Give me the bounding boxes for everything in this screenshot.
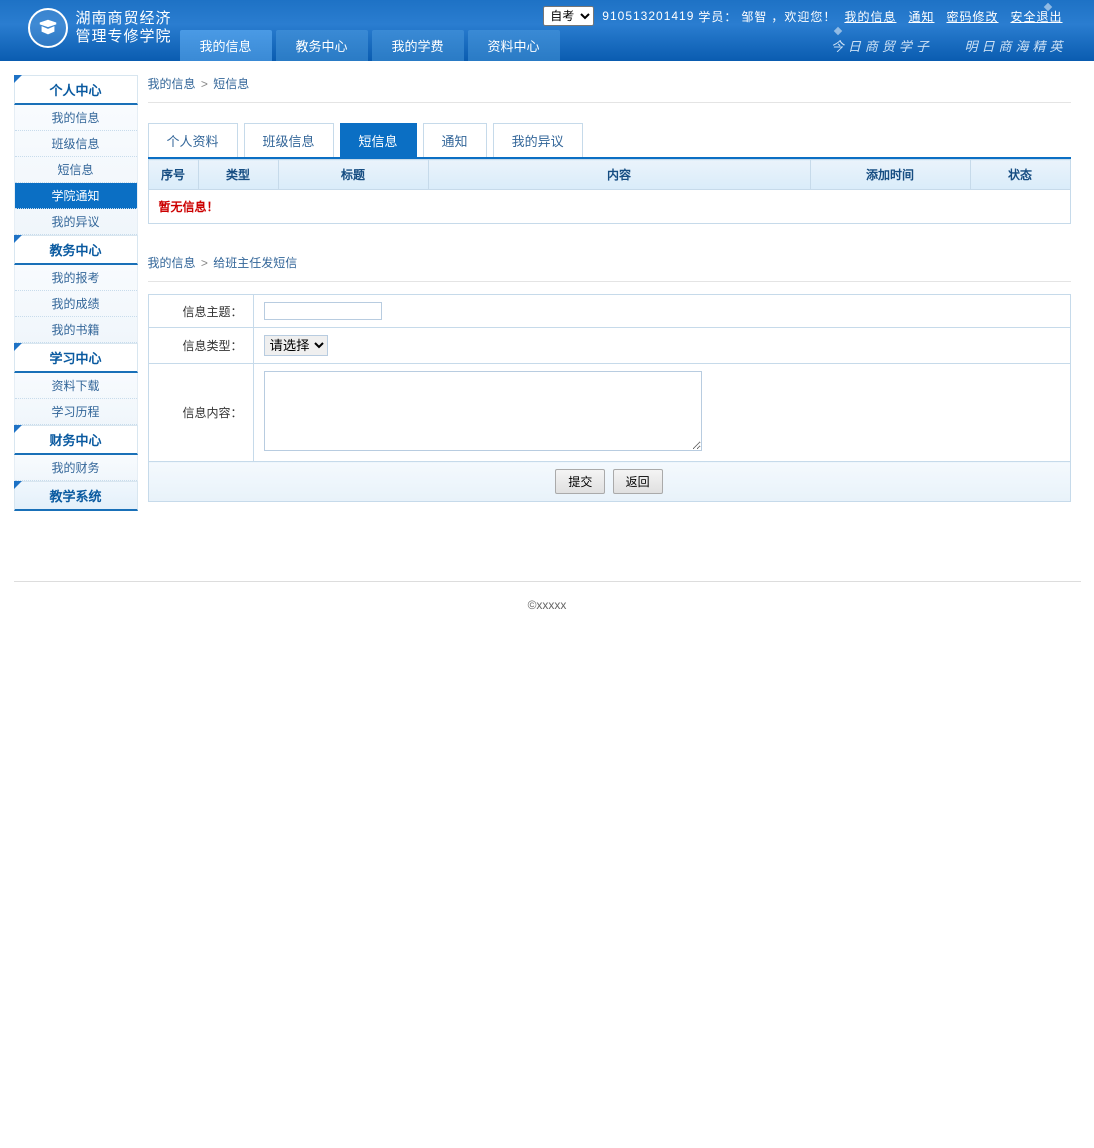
logo-text-line2: 管理专修学院	[76, 28, 172, 46]
col-time: 添加时间	[810, 160, 970, 190]
logo-icon	[28, 8, 68, 48]
main-content: 我的信息 > 短信息 个人资料 班级信息 短信息 通知 我的异议 序号 类型 标…	[138, 61, 1081, 511]
student-name: 邹智	[741, 8, 767, 25]
app-header: 湖南商贸经济 管理专修学院 自考 910513201419 学员：邹智，欢迎您！ …	[0, 0, 1094, 61]
col-content: 内容	[428, 160, 810, 190]
sidebar-group-teachsys[interactable]: 教学系统	[14, 481, 138, 511]
logo: 湖南商贸经济 管理专修学院	[28, 8, 172, 48]
sidebar-item-score[interactable]: 我的成绩	[15, 291, 137, 317]
breadcrumb-b: 短信息	[213, 77, 249, 91]
col-title: 标题	[278, 160, 428, 190]
tab-classinfo[interactable]: 班级信息	[244, 123, 334, 157]
slogan-1: 今日商贸学子	[831, 39, 933, 54]
nav-item-edu[interactable]: 教务中心	[276, 30, 368, 61]
sidebar-item-sms[interactable]: 短信息	[15, 157, 137, 183]
nav-item-fee[interactable]: 我的学费	[372, 30, 464, 61]
sidebar-group-study: 学习中心	[14, 343, 138, 373]
col-status: 状态	[970, 160, 1070, 190]
back-button[interactable]: 返回	[613, 469, 663, 494]
tab-sms[interactable]: 短信息	[340, 123, 417, 157]
sidebar-item-notice[interactable]: 学院通知	[15, 183, 137, 209]
sidebar-item-history[interactable]: 学习历程	[15, 399, 137, 425]
sidebar-group-personal: 个人中心	[14, 75, 138, 105]
label-subject: 信息主题：	[148, 295, 253, 328]
sidebar-item-objection[interactable]: 我的异议	[15, 209, 137, 235]
nav-item-myinfo[interactable]: 我的信息	[180, 30, 272, 61]
greet-suffix: ，欢迎您！	[771, 8, 836, 25]
submit-button[interactable]: 提交	[555, 469, 605, 494]
footer: ©xxxxx	[14, 581, 1081, 628]
link-notice[interactable]: 通知	[908, 8, 934, 25]
slogan-2: 明日商海精英	[964, 39, 1066, 54]
tab-notice[interactable]: 通知	[423, 123, 487, 157]
col-type: 类型	[198, 160, 278, 190]
sidebar-item-download[interactable]: 资料下载	[15, 373, 137, 399]
sidebar-item-books[interactable]: 我的书籍	[15, 317, 137, 343]
student-id: 910513201419	[602, 9, 694, 23]
breadcrumb-sep: >	[201, 77, 208, 91]
nav-item-resource[interactable]: 资料中心	[468, 30, 560, 61]
breadcrumb2-b: 给班主任发短信	[213, 256, 297, 270]
breadcrumb2-a: 我的信息	[148, 256, 196, 270]
tab-objection[interactable]: 我的异议	[493, 123, 583, 157]
top-links: 自考 910513201419 学员：邹智，欢迎您！ 我的信息 通知 密码修改 安…	[543, 6, 1066, 26]
sidebar-item-myinfo[interactable]: 我的信息	[15, 105, 137, 131]
send-message-form: 信息主题： 信息类型： 请选择 信息内容： 提交 返回	[148, 294, 1071, 502]
mode-select[interactable]: 自考	[543, 6, 594, 26]
sidebar-item-exam[interactable]: 我的报考	[15, 265, 137, 291]
link-myinfo[interactable]: 我的信息	[844, 8, 896, 25]
breadcrumb-a: 我的信息	[148, 77, 196, 91]
tab-profile[interactable]: 个人资料	[148, 123, 238, 157]
label-type: 信息类型：	[148, 328, 253, 364]
breadcrumb: 我的信息 > 短信息	[148, 75, 1071, 103]
message-table: 序号 类型 标题 内容 添加时间 状态	[148, 159, 1071, 190]
sidebar: 个人中心 我的信息 班级信息 短信息 学院通知 我的异议 教务中心 我的报考 我…	[14, 61, 138, 511]
breadcrumb-2: 我的信息 > 给班主任发短信	[148, 254, 1071, 282]
label-content: 信息内容：	[148, 364, 253, 462]
logo-text-line1: 湖南商贸经济	[76, 10, 172, 28]
slogan: 今日商贸学子 明日商海精英	[807, 36, 1067, 55]
textarea-content[interactable]	[264, 371, 702, 451]
sidebar-item-classinfo[interactable]: 班级信息	[15, 131, 137, 157]
select-type[interactable]: 请选择	[264, 335, 328, 356]
greet-prefix: 学员：	[698, 8, 737, 25]
sidebar-group-edu: 教务中心	[14, 235, 138, 265]
sidebar-item-finance[interactable]: 我的财务	[15, 455, 137, 481]
sidebar-group-finance: 财务中心	[14, 425, 138, 455]
tabs: 个人资料 班级信息 短信息 通知 我的异议	[148, 123, 1071, 159]
main-nav: 我的信息 教务中心 我的学费 资料中心	[180, 30, 564, 61]
link-pwd[interactable]: 密码修改	[946, 8, 998, 25]
no-data-message: 暂无信息！	[148, 190, 1071, 224]
breadcrumb2-sep: >	[201, 256, 208, 270]
link-logout[interactable]: 安全退出	[1010, 8, 1062, 25]
col-seq: 序号	[148, 160, 198, 190]
input-subject[interactable]	[264, 302, 382, 320]
